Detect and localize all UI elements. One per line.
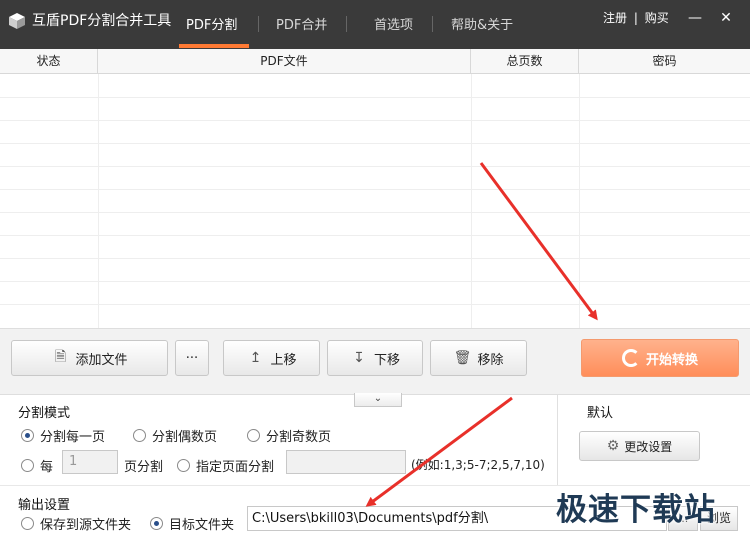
tab-preferences[interactable]: 首选项: [374, 14, 413, 33]
table-row: [0, 212, 750, 213]
page-split-suffix: 页分割: [124, 460, 164, 475]
register-link[interactable]: 注册: [603, 11, 627, 25]
default-title: 默认: [587, 406, 614, 421]
radio-label: 指定页面分割: [196, 460, 275, 475]
title-bar: 互盾PDF分割合并工具 PDF分割 PDF合并 首选项 帮助&关于 注册 | 购…: [0, 0, 750, 49]
change-settings-label: 更改设置: [624, 439, 673, 454]
column-divider: [98, 74, 99, 328]
table-row: [0, 166, 750, 167]
radio-label: 分割偶数页: [152, 430, 218, 445]
radio-label: 每: [40, 460, 54, 475]
radio-label: 目标文件夹: [169, 518, 235, 533]
close-icon[interactable]: ✕: [718, 10, 734, 26]
vertical-divider: [557, 395, 558, 485]
tab-separator: [432, 16, 433, 32]
arrow-down-icon: ↧: [353, 350, 365, 366]
file-table-body[interactable]: [0, 74, 750, 328]
split-mode-title: 分割模式: [18, 406, 71, 421]
table-row: [0, 304, 750, 305]
radio-split-even-pages[interactable]: 分割偶数页: [133, 426, 217, 445]
trash-icon: 🗑: [453, 350, 472, 366]
specified-pages-input[interactable]: [286, 450, 406, 474]
move-down-label: 下移: [373, 352, 400, 368]
buy-link[interactable]: 购买: [645, 11, 669, 25]
radio-unselected-icon: [133, 429, 146, 442]
refresh-icon: [621, 349, 640, 367]
cube-logo-icon: [9, 13, 25, 29]
minimize-icon[interactable]: —: [687, 10, 703, 26]
watermark-logo: 极速下载站: [556, 492, 716, 528]
toolbar: 🗎 添加文件 ··· ↥ 上移 ↧ 下移 🗑 移除 开始转换: [0, 328, 750, 395]
column-total-pages[interactable]: 总页数: [471, 49, 579, 74]
change-settings-button[interactable]: ⚙ 更改设置: [579, 431, 700, 461]
move-up-label: 上移: [270, 352, 297, 368]
page-range-example: (例如:1,3;5-7;2,5,7,10): [411, 458, 545, 472]
radio-split-odd-pages[interactable]: 分割奇数页: [247, 426, 331, 445]
add-file-label: 添加文件: [75, 352, 128, 368]
radio-unselected-icon: [247, 429, 260, 442]
gear-icon: ⚙: [606, 438, 620, 454]
tab-separator: [258, 16, 259, 32]
table-row: [0, 189, 750, 190]
add-file-button[interactable]: 🗎 添加文件: [11, 340, 168, 376]
move-up-button[interactable]: ↥ 上移: [223, 340, 320, 376]
radio-specified-pages[interactable]: 指定页面分割: [177, 456, 274, 475]
collapse-toggle[interactable]: ⌄: [354, 393, 402, 407]
document-icon: 🗎: [54, 349, 67, 365]
more-button[interactable]: ···: [175, 340, 209, 376]
account-links: 注册 | 购买: [603, 9, 669, 26]
output-settings-title: 输出设置: [18, 498, 71, 513]
start-convert-button[interactable]: 开始转换: [581, 339, 739, 377]
radio-save-to-source[interactable]: 保存到源文件夹: [21, 514, 131, 533]
radio-every-n-pages[interactable]: 每: [21, 456, 53, 475]
table-row: [0, 97, 750, 98]
active-tab-indicator: [179, 44, 249, 48]
links-separator: |: [633, 11, 638, 25]
file-table-header: 状态 PDF文件 总页数 密码: [0, 49, 750, 74]
tab-pdf-merge[interactable]: PDF合并: [276, 14, 327, 33]
column-status[interactable]: 状态: [0, 49, 98, 74]
tab-help-about[interactable]: 帮助&关于: [451, 14, 513, 33]
move-down-button[interactable]: ↧ 下移: [327, 340, 423, 376]
app-title: 互盾PDF分割合并工具: [32, 13, 172, 29]
tab-pdf-split[interactable]: PDF分割: [186, 14, 237, 33]
column-divider: [579, 74, 580, 328]
radio-selected-icon: [21, 429, 34, 442]
radio-label: 分割奇数页: [266, 430, 332, 445]
column-divider: [471, 74, 472, 328]
table-row: [0, 281, 750, 282]
radio-label: 分割每一页: [40, 430, 106, 445]
remove-label: 移除: [477, 352, 504, 368]
tab-separator: [346, 16, 347, 32]
radio-selected-icon: [150, 517, 163, 530]
arrow-up-icon: ↥: [249, 350, 262, 366]
pages-per-split-input[interactable]: 1: [62, 450, 118, 474]
radio-unselected-icon: [21, 517, 34, 530]
radio-unselected-icon: [21, 459, 34, 472]
table-row: [0, 143, 750, 144]
column-password[interactable]: 密码: [579, 49, 750, 74]
table-row: [0, 235, 750, 236]
table-row: [0, 120, 750, 121]
column-pdf-file[interactable]: PDF文件: [98, 49, 471, 74]
radio-label: 保存到源文件夹: [40, 518, 132, 533]
radio-split-every-page[interactable]: 分割每一页: [21, 426, 105, 445]
remove-button[interactable]: 🗑 移除: [430, 340, 527, 376]
start-convert-label: 开始转换: [645, 352, 698, 368]
table-row: [0, 258, 750, 259]
radio-unselected-icon: [177, 459, 190, 472]
radio-target-folder[interactable]: 目标文件夹: [150, 514, 234, 533]
